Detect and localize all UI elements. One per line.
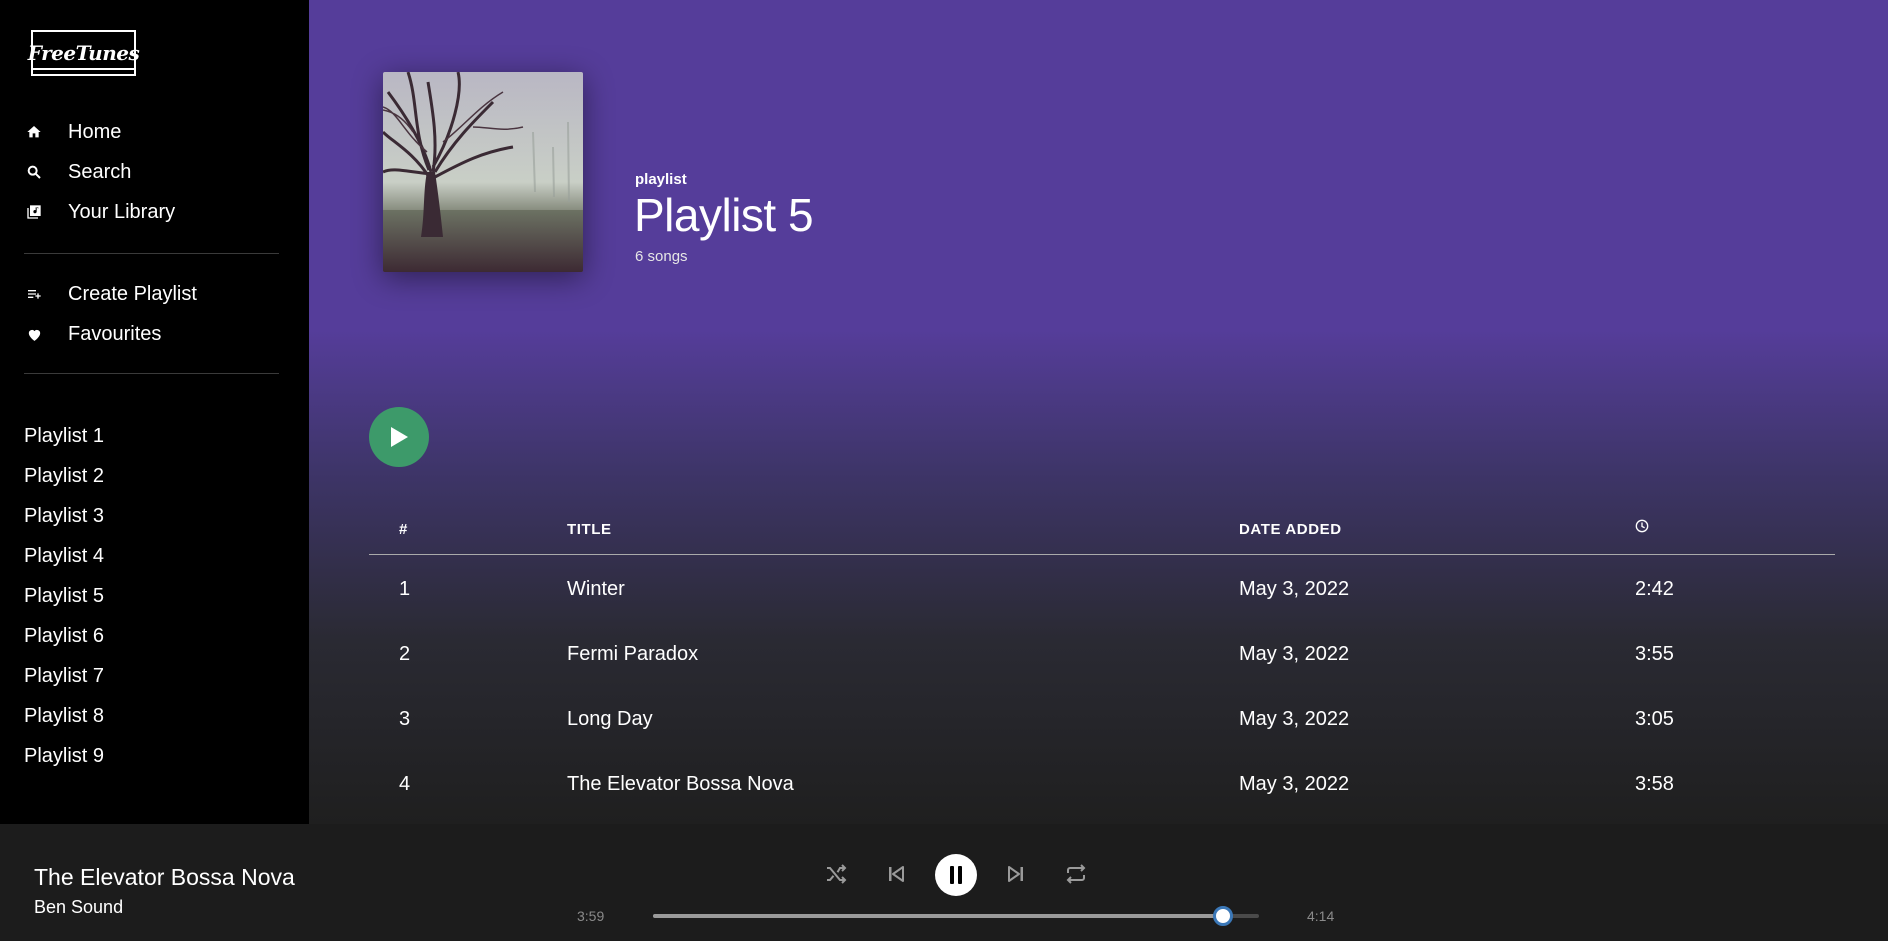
- track-duration: 3:05: [1635, 708, 1674, 730]
- play-button[interactable]: [369, 407, 429, 467]
- playlist-cover-image: [383, 72, 583, 272]
- track-date-added: May 3, 2022: [1239, 773, 1350, 795]
- logo-text: FreeTunes: [27, 41, 140, 65]
- track-title: Fermi Paradox: [567, 643, 699, 665]
- track-duration: 3:55: [1635, 643, 1674, 665]
- pause-button[interactable]: [935, 854, 977, 896]
- nav-label: Your Library: [68, 200, 176, 223]
- track-index: 2: [399, 643, 411, 665]
- next-icon: [1008, 866, 1023, 882]
- track-index: 3: [399, 708, 411, 730]
- nav-item-home[interactable]: Home: [24, 117, 121, 147]
- table-row[interactable]: 4 The Elevator Bossa Nova May 3, 2022 3:…: [369, 754, 1835, 814]
- sidebar-playlist-item[interactable]: Playlist 3: [24, 505, 104, 528]
- shuffle-icon: [827, 864, 847, 884]
- nav-label: Search: [68, 160, 132, 183]
- track-index: 4: [399, 773, 411, 795]
- sidebar-playlist-item[interactable]: Playlist 5: [24, 585, 104, 608]
- column-header-date-added[interactable]: DATE ADDED: [1239, 521, 1342, 538]
- library-icon: [24, 202, 44, 222]
- track-duration: 3:58: [1635, 773, 1674, 795]
- play-icon: [391, 427, 408, 447]
- nav-item-library[interactable]: Your Library: [24, 197, 175, 227]
- playlist-add-icon: [24, 284, 44, 304]
- heart-icon: [24, 324, 44, 344]
- track-index: 1: [399, 578, 411, 600]
- column-header-duration[interactable]: [1635, 519, 1649, 537]
- page-title: Playlist 5: [634, 189, 814, 241]
- column-header-index: #: [399, 521, 408, 538]
- nav-label: Favourites: [68, 322, 162, 345]
- sidebar-playlist-item[interactable]: Playlist 6: [24, 625, 104, 648]
- sidebar-playlist-item[interactable]: Playlist 8: [24, 705, 104, 728]
- nav-item-search[interactable]: Search: [24, 157, 131, 187]
- progress-fill: [653, 914, 1223, 918]
- pause-icon: [950, 866, 962, 884]
- main-content: playlist Playlist 5 6 songs # TITLE DATE…: [309, 0, 1888, 824]
- sidebar-playlist-item[interactable]: Playlist 4: [24, 545, 104, 568]
- repeat-button[interactable]: [1056, 854, 1096, 894]
- elapsed-time: 3:59: [577, 908, 605, 924]
- previous-icon: [889, 866, 904, 882]
- progress-slider[interactable]: [653, 906, 1259, 926]
- playlist-type-label: playlist: [635, 171, 687, 188]
- progress-thumb[interactable]: [1212, 906, 1233, 926]
- track-date-added: May 3, 2022: [1239, 578, 1350, 600]
- sidebar-divider: [24, 253, 279, 254]
- nav-item-favourites[interactable]: Favourites: [24, 319, 161, 349]
- repeat-icon: [1066, 864, 1086, 884]
- track-title: Long Day: [567, 708, 653, 730]
- sidebar: FreeTunes Home Search Your Library Creat…: [0, 0, 309, 824]
- nav-label: Home: [68, 120, 122, 143]
- column-header-title[interactable]: TITLE: [567, 521, 612, 538]
- track-date-added: May 3, 2022: [1239, 643, 1350, 665]
- search-icon: [24, 162, 44, 182]
- track-duration: 2:42: [1635, 578, 1674, 600]
- table-row[interactable]: 3 Long Day May 3, 2022 3:05: [369, 689, 1835, 749]
- shuffle-button[interactable]: [816, 854, 856, 894]
- table-row[interactable]: 2 Fermi Paradox May 3, 2022 3:55: [369, 624, 1835, 684]
- track-date-added: May 3, 2022: [1239, 708, 1350, 730]
- previous-button[interactable]: [876, 854, 916, 894]
- now-playing-title[interactable]: The Elevator Bossa Nova: [34, 864, 295, 891]
- app-logo[interactable]: FreeTunes: [27, 30, 140, 76]
- table-header-divider: [369, 554, 1835, 555]
- now-playing-artist[interactable]: Ben Sound: [34, 897, 123, 918]
- sidebar-playlist-item[interactable]: Playlist 2: [24, 465, 104, 488]
- player-bar: The Elevator Bossa Nova Ben Sound 3:59 4…: [0, 824, 1888, 941]
- total-time: 4:14: [1307, 908, 1335, 924]
- track-title: The Elevator Bossa Nova: [567, 773, 794, 795]
- sidebar-divider: [24, 373, 279, 374]
- track-title: Winter: [567, 578, 625, 600]
- sidebar-playlist-item[interactable]: Playlist 1: [24, 425, 104, 448]
- home-icon: [24, 122, 44, 142]
- nav-label: Create Playlist: [68, 282, 197, 305]
- nav-item-create-playlist[interactable]: Create Playlist: [24, 279, 197, 309]
- table-row[interactable]: 1 Winter May 3, 2022 2:42: [369, 559, 1835, 619]
- sidebar-playlist-item[interactable]: Playlist 7: [24, 665, 104, 688]
- next-button[interactable]: [996, 854, 1036, 894]
- sidebar-playlist-item[interactable]: Playlist 9: [24, 745, 104, 768]
- song-count: 6 songs: [635, 248, 688, 265]
- clock-icon: [1635, 519, 1649, 533]
